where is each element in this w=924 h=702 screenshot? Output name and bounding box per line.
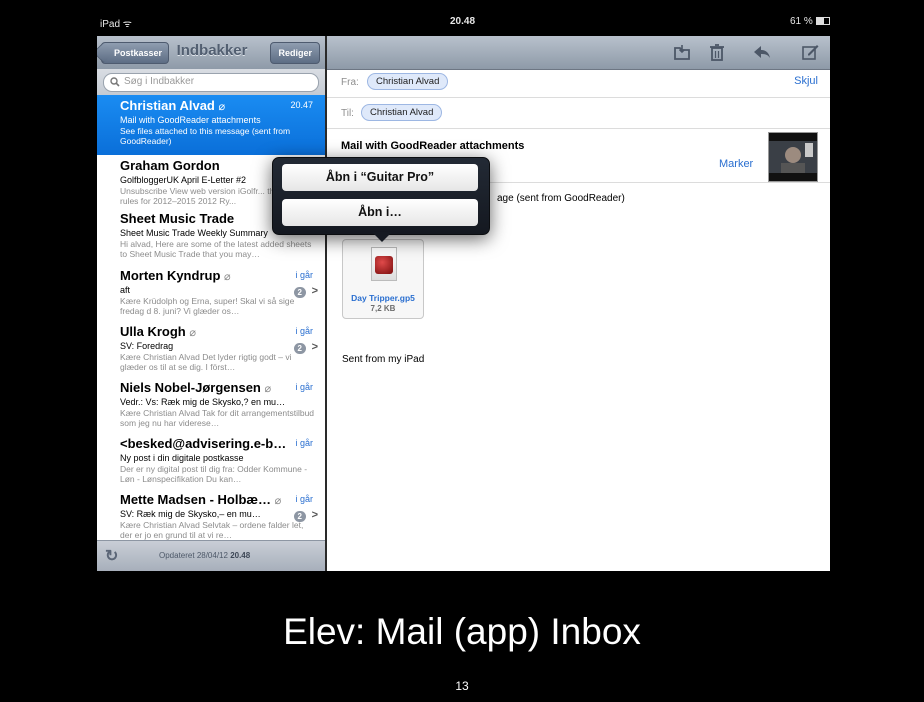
mail-subject: Vedr.: Vs: Ræk mig de Skysko,? en mu… bbox=[120, 397, 286, 407]
mail-sender: Niels Nobel-Jørgensen ⌀ bbox=[120, 380, 272, 395]
open-in-guitar-pro-button[interactable]: Åbn i “Guitar Pro” bbox=[282, 164, 478, 191]
mail-sender: Morten Kyndrup ⌀ bbox=[120, 268, 231, 283]
mail-subject: aft bbox=[120, 285, 131, 295]
mail-preview: Kære Christian Alvad Tak for dit arrange… bbox=[120, 408, 315, 428]
mail-item[interactable]: Niels Nobel-Jørgensen ⌀ i går Vedr.: Vs:… bbox=[97, 377, 325, 434]
from-pill[interactable]: Christian Alvad bbox=[367, 73, 449, 90]
from-label: Fra: bbox=[341, 77, 359, 88]
message-toolbar bbox=[327, 36, 830, 70]
mail-time: 20.47 bbox=[290, 100, 313, 110]
move-folder-icon[interactable] bbox=[672, 43, 692, 61]
message-signature: Sent from my iPad bbox=[342, 354, 425, 365]
mark-link[interactable]: Marker bbox=[719, 158, 753, 170]
popover-arrow bbox=[372, 232, 392, 242]
reply-icon[interactable] bbox=[752, 43, 772, 61]
compose-icon[interactable] bbox=[800, 43, 820, 61]
guitar-pro-file-icon bbox=[371, 247, 397, 281]
mail-item[interactable]: Christian Alvad ⌀ 20.47 Mail with GoodRe… bbox=[97, 95, 325, 156]
thread-count-badge: 2 bbox=[293, 287, 306, 298]
updated-status: Opdateret 28/04/12 20.48 bbox=[159, 551, 251, 560]
mail-sender: <besked@advisering.e-b… bbox=[120, 436, 287, 451]
mail-subject: SV: Ræk mig de Skysko,– en mu… bbox=[120, 509, 261, 519]
chevron-right-icon: > bbox=[311, 509, 318, 521]
mail-time: i går bbox=[295, 438, 313, 448]
mail-time: i går bbox=[295, 270, 313, 280]
status-device: iPad ᯤ bbox=[100, 19, 132, 30]
hide-details-link[interactable]: Skjul bbox=[794, 75, 818, 87]
mail-sender: Sheet Music Trade bbox=[120, 211, 235, 226]
mail-time: i går bbox=[295, 382, 313, 392]
attachment-card[interactable]: Day Tripper.gp5 7,2 KB bbox=[342, 239, 424, 319]
mail-item[interactable]: Morten Kyndrup ⌀ i går aft Kære Krüdolph… bbox=[97, 265, 325, 322]
refresh-icon[interactable]: ↻ bbox=[105, 546, 118, 566]
mail-preview: Kære Krüdolph og Erna, super! Skal vi så… bbox=[120, 296, 295, 316]
message-pane: Fra: Christian Alvad Skjul Til: Christia… bbox=[327, 36, 830, 571]
status-battery: 61 % bbox=[790, 16, 830, 27]
mail-preview: Hi alvad, Here are some of the latest ad… bbox=[120, 239, 312, 259]
mail-subject: Mail with GoodReader attachments bbox=[120, 115, 261, 125]
mailbox-navbar: Postkasser Indbakker Rediger bbox=[97, 36, 325, 70]
status-time: 20.48 bbox=[450, 16, 476, 27]
thread-count-badge: 2 bbox=[293, 511, 306, 522]
attachment-filesize: 7,2 KB bbox=[370, 304, 396, 313]
paperclip-icon: ⌀ bbox=[218, 101, 226, 113]
search-icon bbox=[110, 77, 120, 87]
attachment-filename: Day Tripper.gp5 bbox=[351, 293, 415, 303]
mail-item[interactable]: Ulla Krogh ⌀ i går SV: Foredrag Kære Chr… bbox=[97, 321, 325, 378]
mailbox-toolbar: ↻ Opdateret 28/04/12 20.48 bbox=[97, 540, 325, 571]
mailbox-pane: Postkasser Indbakker Rediger Søg i Indba… bbox=[97, 36, 325, 571]
mail-item[interactable]: <besked@advisering.e-b… i går Ny post i … bbox=[97, 433, 325, 490]
paperclip-icon: ⌀ bbox=[274, 495, 282, 507]
mail-preview: Kære Christian Alvad Selvtak – ordene fa… bbox=[120, 520, 304, 540]
search-bar: Søg i Indbakker bbox=[97, 69, 325, 96]
search-input[interactable]: Søg i Indbakker bbox=[103, 73, 319, 92]
open-in-popover: Åbn i “Guitar Pro” Åbn i… bbox=[272, 157, 490, 235]
thread-count-badge: 2 bbox=[293, 343, 306, 354]
chevron-right-icon: > bbox=[311, 285, 318, 297]
slide-number: 13 bbox=[455, 679, 469, 693]
mail-sender: Ulla Krogh ⌀ bbox=[120, 324, 196, 339]
to-pill[interactable]: Christian Alvad bbox=[361, 104, 443, 121]
to-row: Til: Christian Alvad bbox=[327, 98, 830, 129]
search-placeholder: Søg i Indbakker bbox=[124, 76, 195, 87]
mail-item[interactable]: Mette Madsen - Holbæ… ⌀ i går SV: Ræk mi… bbox=[97, 489, 325, 546]
paperclip-icon: ⌀ bbox=[224, 271, 231, 283]
edit-button[interactable]: Rediger bbox=[270, 42, 320, 64]
mail-sender: Graham Gordon bbox=[120, 158, 220, 173]
inbox-title: Indbakker bbox=[176, 42, 248, 59]
mail-subject: GolfbloggerUK April E-Letter #2 bbox=[120, 175, 247, 185]
mail-subject: Ny post i din digitale postkasse bbox=[120, 453, 244, 463]
mail-sender: Mette Madsen - Holbæ… ⌀ bbox=[120, 492, 282, 507]
mail-subject: Sheet Music Trade Weekly Summary bbox=[120, 228, 268, 238]
message-body-text: age (sent from GoodReader) bbox=[497, 193, 625, 204]
mail-preview: Der er ny digital post til dig fra: Odde… bbox=[120, 464, 308, 484]
mail-preview: See files attached to this message (sent… bbox=[120, 126, 291, 146]
chevron-right-icon: > bbox=[311, 341, 318, 353]
message-subject: Mail with GoodReader attachments bbox=[341, 140, 525, 152]
slide-caption: Elev: Mail (app) Inbox bbox=[283, 611, 641, 652]
trash-icon[interactable] bbox=[707, 43, 727, 61]
paperclip-icon: ⌀ bbox=[264, 383, 272, 395]
mail-time: i går bbox=[295, 326, 313, 336]
mail-preview: Kære Christian Alvad Det lyder rigtig go… bbox=[120, 352, 292, 372]
sender-photo bbox=[768, 132, 818, 182]
to-label: Til: bbox=[341, 108, 354, 119]
mail-time: i går bbox=[295, 494, 313, 504]
open-in-button[interactable]: Åbn i… bbox=[282, 199, 478, 226]
paperclip-icon: ⌀ bbox=[189, 327, 196, 339]
from-row: Fra: Christian Alvad Skjul bbox=[327, 69, 830, 98]
mail-subject: SV: Foredrag bbox=[120, 341, 174, 351]
mail-sender: Christian Alvad ⌀ bbox=[120, 98, 226, 113]
